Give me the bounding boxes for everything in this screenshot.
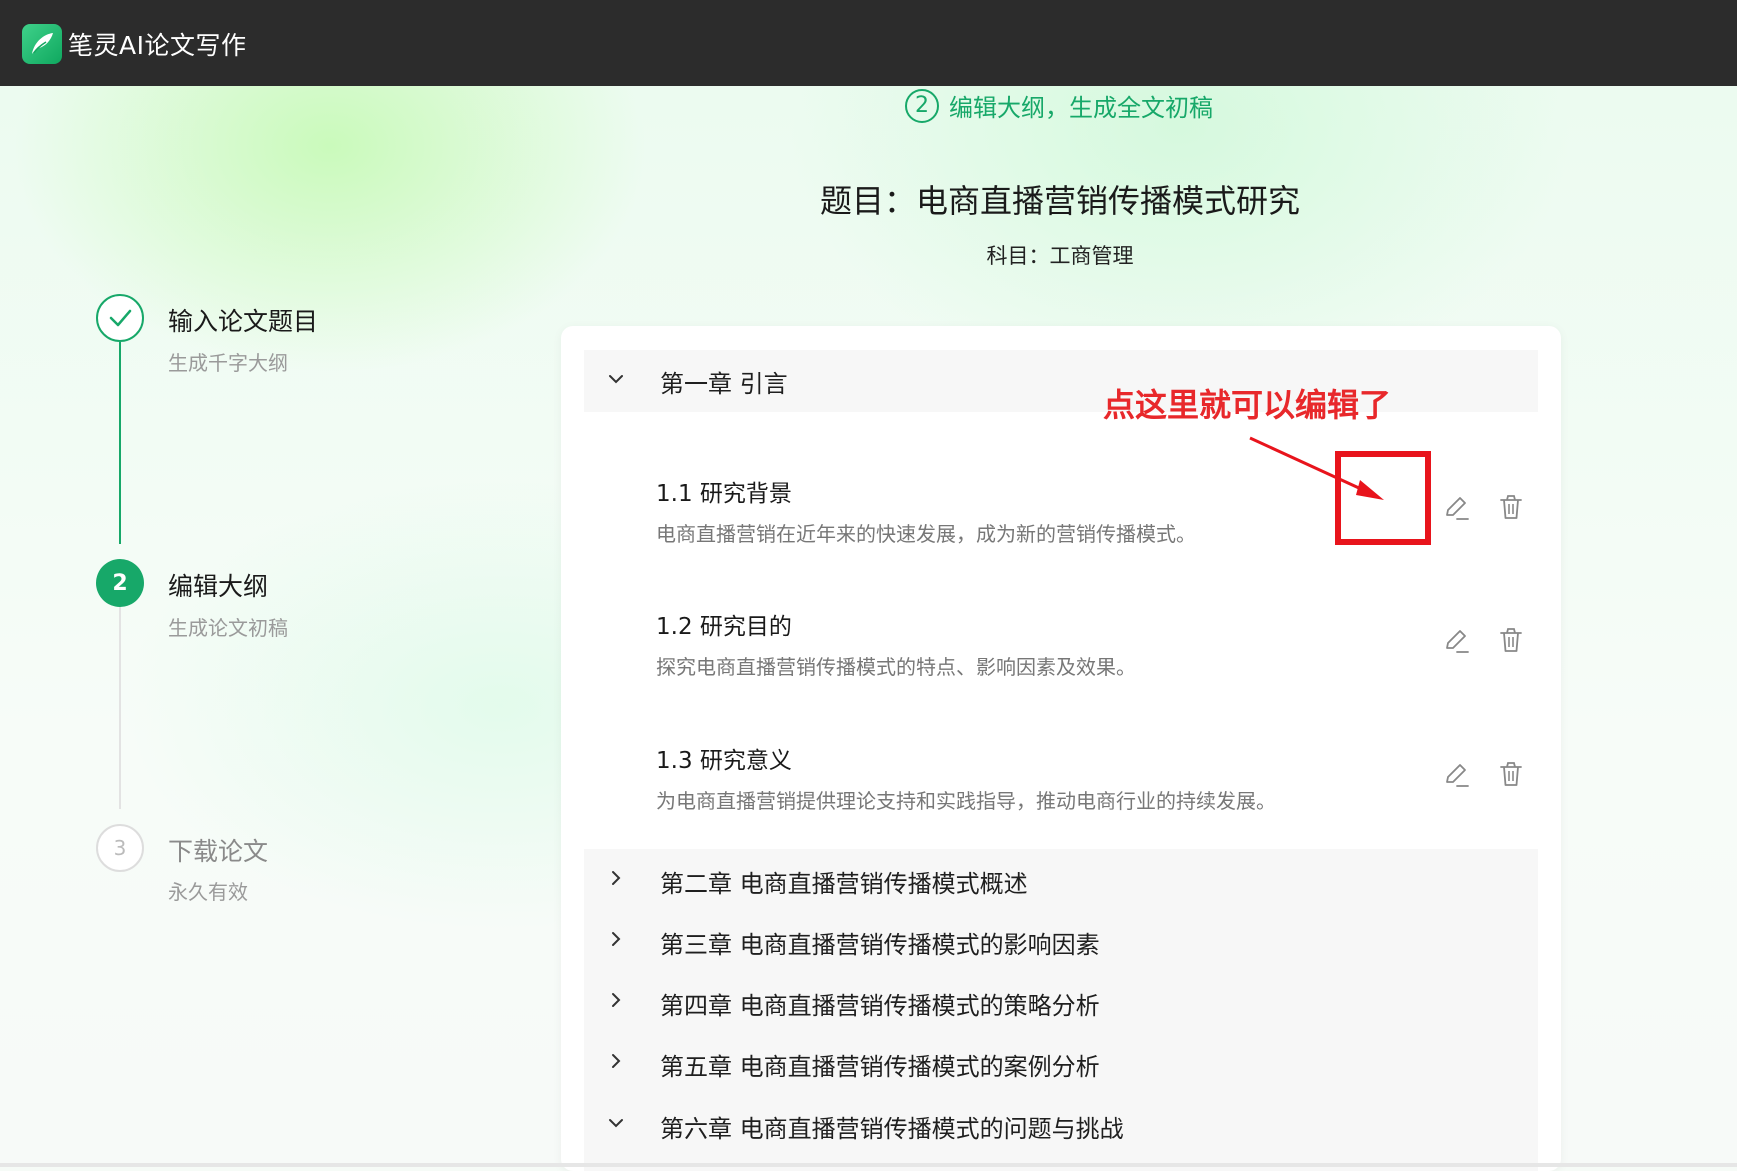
chapters-list: 第二章 电商直播营销传播模式概述 第三章 电商直播营销传播模式的影响因素 第四章… [584, 849, 1538, 1171]
step-3-title[interactable]: 下载论文 [168, 832, 268, 868]
chevron-right-icon [612, 1054, 621, 1068]
step-1-desc: 生成千字大纲 [168, 351, 288, 375]
feather-leaf-icon [22, 24, 62, 64]
annotation-highlight-box [1335, 451, 1431, 545]
chapter-label: 第三章 电商直播营销传播模式的影响因素 [660, 931, 1100, 959]
step-2-active-circle: 2 [96, 559, 144, 607]
step-connector-done [119, 342, 121, 544]
chevron-right-icon [612, 932, 621, 946]
chapter-1-header[interactable]: 第一章 引言 [584, 350, 1538, 412]
edit-pencil-icon[interactable] [1441, 759, 1471, 789]
section-item: 1.2 研究目的 探究电商直播营销传播模式的特点、影响因素及效果。 [656, 607, 1526, 707]
chapter-4-header[interactable]: 第四章 电商直播营销传播模式的策略分析 [584, 971, 1538, 1032]
chapter-3-header[interactable]: 第三章 电商直播营销传播模式的影响因素 [584, 910, 1538, 971]
edit-pencil-icon[interactable] [1441, 625, 1471, 655]
edit-pencil-icon[interactable] [1441, 492, 1471, 522]
trash-icon[interactable] [1496, 759, 1526, 789]
chapter-6-header[interactable]: 第六章 电商直播营销传播模式的问题与挑战 [584, 1094, 1538, 1155]
check-icon [109, 309, 132, 327]
section-item: 1.3 研究意义 为电商直播营销提供理论支持和实践指导，推动电商行业的持续发展。 [656, 741, 1526, 841]
paper-subject: 科目：工商管理 [986, 244, 1134, 268]
step-3-desc: 永久有效 [168, 880, 248, 904]
section-desc: 电商直播营销在近年来的快速发展，成为新的营销传播模式。 [656, 522, 1196, 546]
chapter-label: 第六章 电商直播营销传播模式的问题与挑战 [660, 1115, 1124, 1143]
section-title: 1.3 研究意义 [656, 748, 792, 774]
chevron-down-icon [609, 1119, 623, 1128]
top-bar: 笔灵AI论文写作 [0, 0, 1737, 86]
section-desc: 为电商直播营销提供理论支持和实践指导，推动电商行业的持续发展。 [656, 789, 1276, 813]
current-step-header: 2 编辑大纲，生成全文初稿 [905, 88, 1213, 123]
app-title[interactable]: 笔灵AI论文写作 [68, 26, 246, 62]
chapter-label: 第四章 电商直播营销传播模式的策略分析 [660, 992, 1100, 1020]
chapter-2-header[interactable]: 第二章 电商直播营销传播模式概述 [584, 849, 1538, 910]
chapter-1-label: 第一章 引言 [660, 369, 788, 398]
current-step-label: 编辑大纲，生成全文初稿 [949, 94, 1213, 122]
chevron-right-icon [612, 993, 621, 1007]
step-2-title[interactable]: 编辑大纲 [168, 567, 268, 603]
paper-title: 题目：电商直播营销传播模式研究 [819, 182, 1300, 220]
chevron-right-icon [612, 871, 621, 885]
chapter-label: 第二章 电商直播营销传播模式概述 [660, 870, 1028, 898]
step-connector-pending [119, 607, 121, 809]
annotation-text: 点这里就可以编辑了 [1103, 386, 1392, 424]
section-title: 1.2 研究目的 [656, 614, 792, 640]
step-2-desc: 生成论文初稿 [168, 616, 288, 640]
step-3-pending-circle: 3 [96, 824, 144, 872]
section-title: 1.1 研究背景 [656, 481, 792, 507]
section-desc: 探究电商直播营销传播模式的特点、影响因素及效果。 [656, 655, 1136, 679]
chapter-label: 第五章 电商直播营销传播模式的案例分析 [660, 1053, 1100, 1081]
current-step-number: 2 [905, 88, 939, 123]
step-1-done-circle [96, 294, 144, 342]
chevron-down-icon [609, 375, 623, 384]
bottom-divider [0, 1163, 1737, 1167]
trash-icon[interactable] [1496, 625, 1526, 655]
chapter-5-header[interactable]: 第五章 电商直播营销传播模式的案例分析 [584, 1032, 1538, 1093]
step-1-title[interactable]: 输入论文题目 [168, 302, 318, 338]
trash-icon[interactable] [1496, 492, 1526, 522]
